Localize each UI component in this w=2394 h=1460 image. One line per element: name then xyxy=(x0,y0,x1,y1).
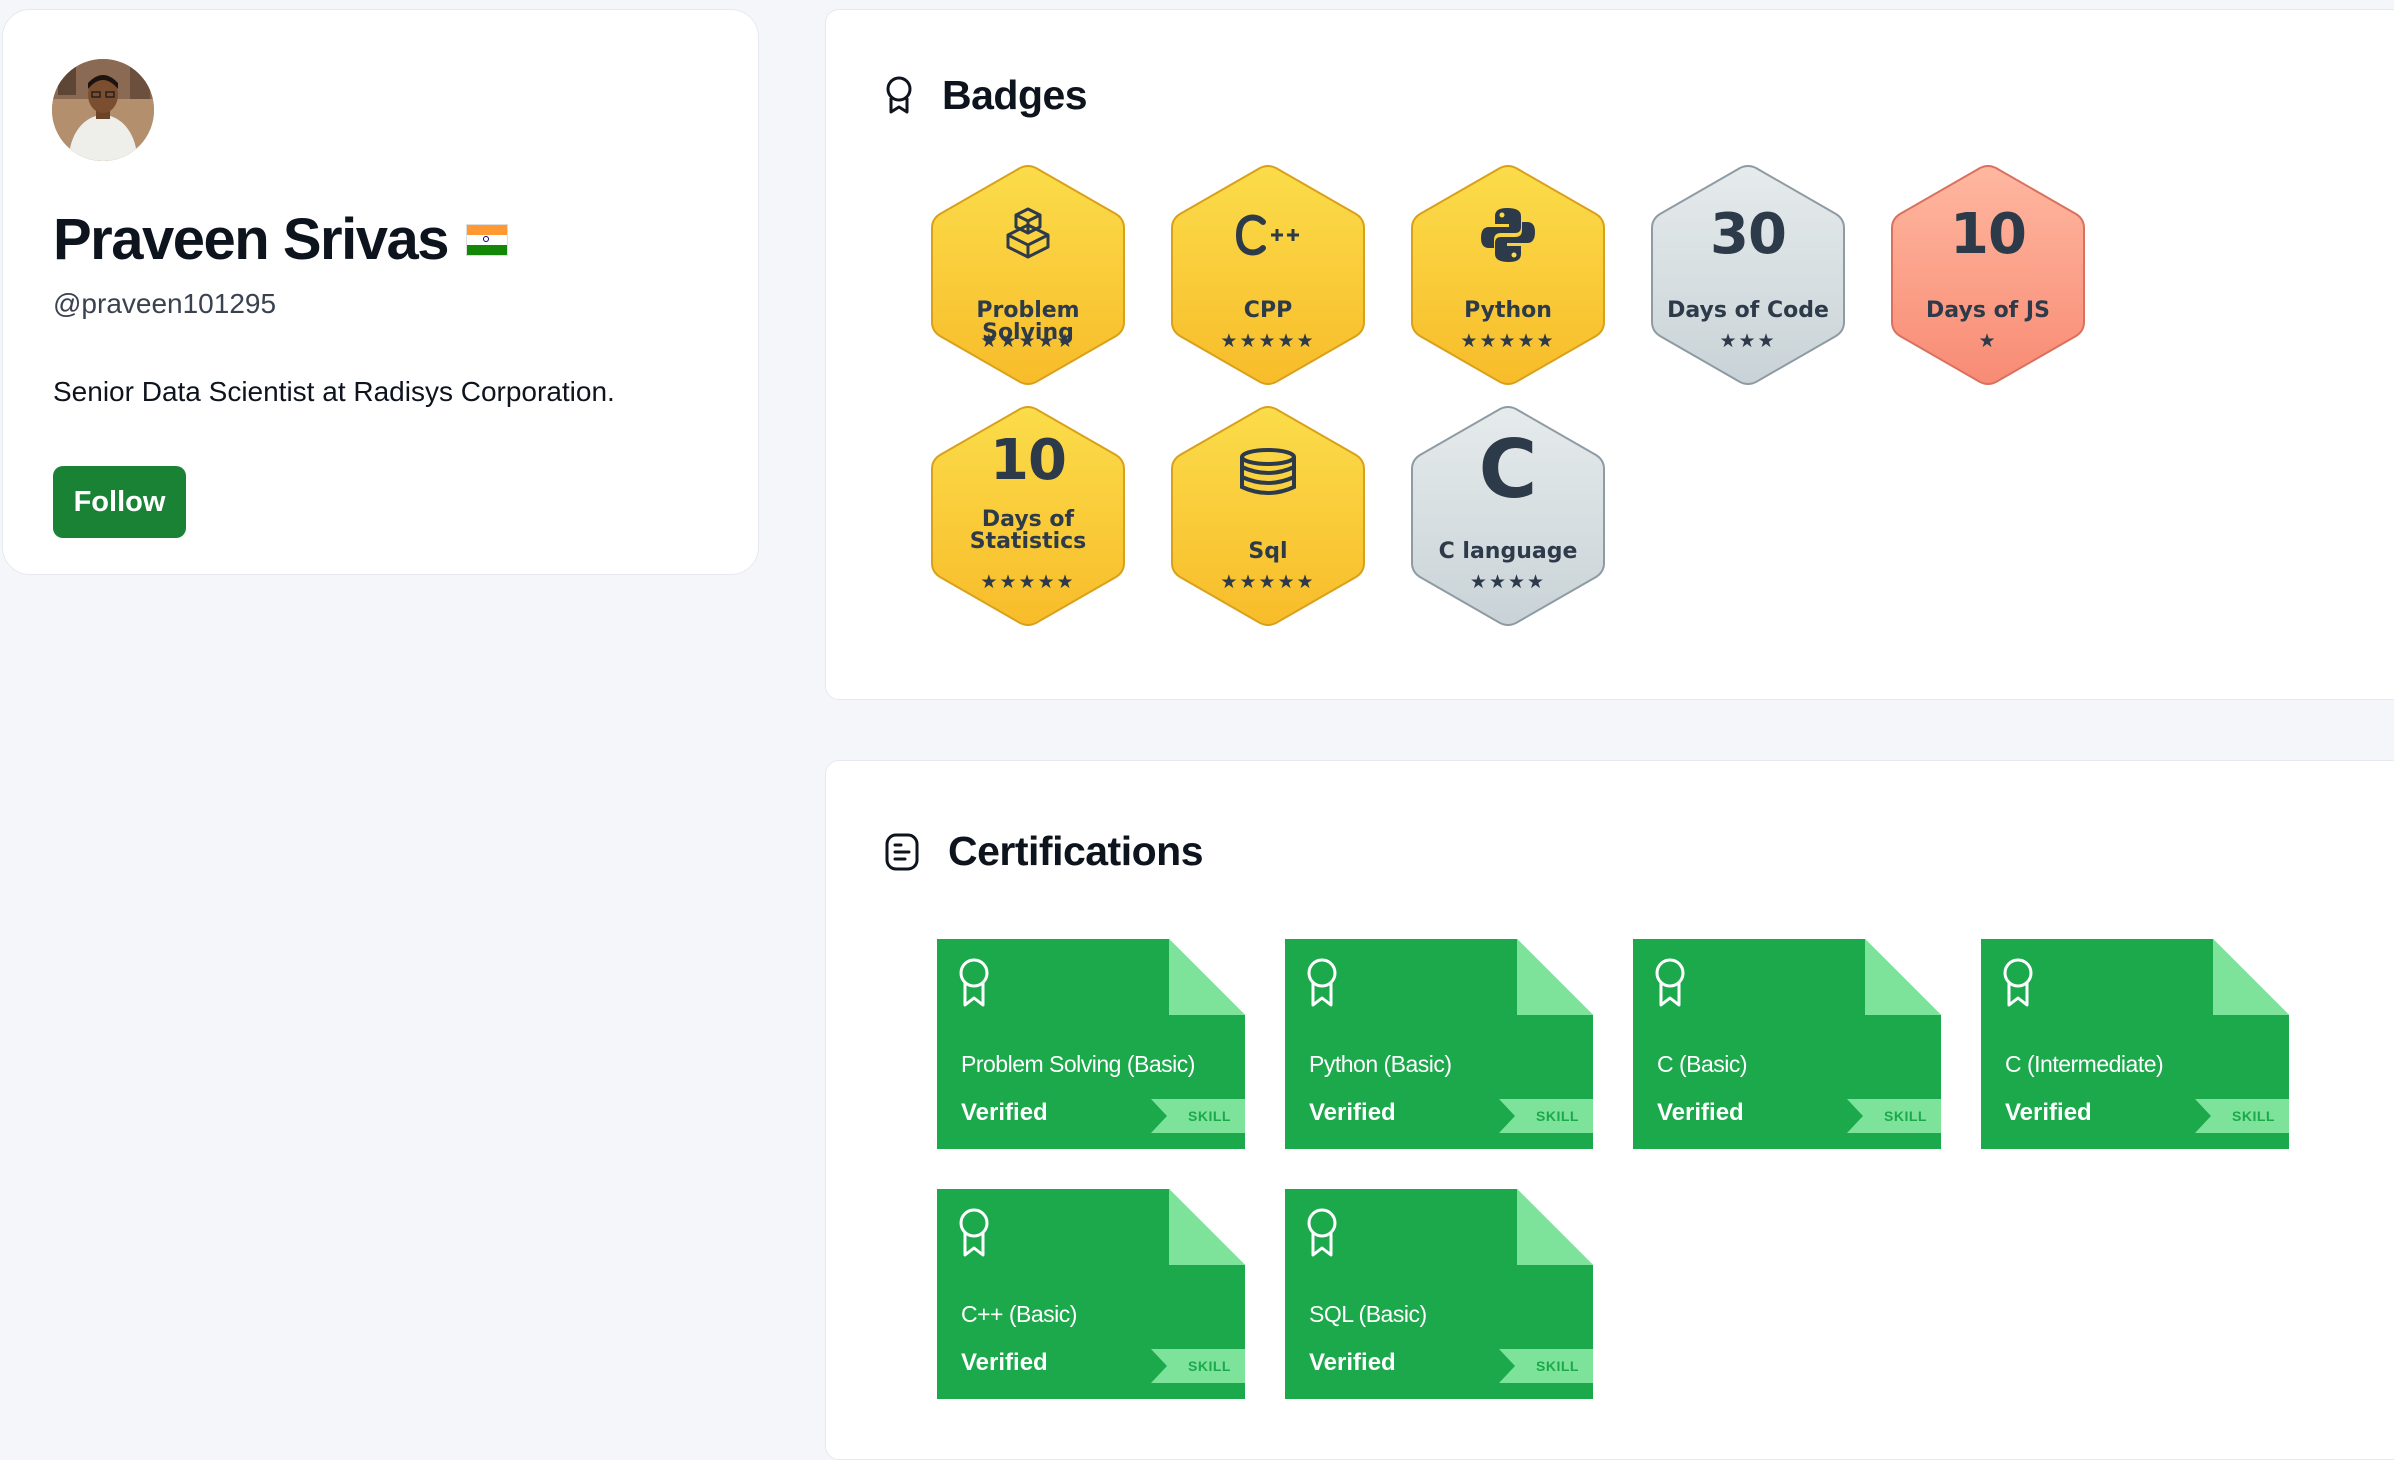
certificate-card[interactable]: Python (Basic) Verified SKILL xyxy=(1285,939,1593,1149)
award-ribbon-icon xyxy=(959,1208,989,1257)
badges-title: Badges xyxy=(942,72,1088,118)
badge-label: Days of JS xyxy=(1926,298,2050,323)
skill-tag: SKILL xyxy=(2195,1099,2289,1133)
badge-10-days-of-js[interactable]: 10 Days of JS ★ xyxy=(1888,164,2088,386)
badge-label: Days of xyxy=(981,507,1075,532)
certificate-status: Verified xyxy=(2005,1099,2092,1126)
badge-stars: ★ xyxy=(1978,331,1998,352)
certificate-title: C++ (Basic) xyxy=(961,1301,1077,1327)
badge-cpp[interactable]: CPP ★★★★★ xyxy=(1168,164,1368,386)
india-flag-icon xyxy=(465,223,508,256)
certificate-title: Python (Basic) xyxy=(1309,1051,1452,1077)
name-row: Praveen Srivas xyxy=(53,206,508,273)
badge-stars: ★★★★★ xyxy=(1220,331,1316,352)
profile-name: Praveen Srivas xyxy=(53,207,449,272)
certificate-title: SQL (Basic) xyxy=(1309,1301,1427,1327)
badges-card: Badges Problem Solving ★★★★★ CPP ★★★★★ P… xyxy=(825,9,2394,700)
cpp-icon xyxy=(1168,200,1368,270)
award-ribbon-icon xyxy=(959,958,989,1007)
skill-tag: SKILL xyxy=(1499,1349,1593,1383)
python-icon xyxy=(1408,200,1608,270)
certificate-status: Verified xyxy=(961,1099,1048,1126)
badges-header: Badges xyxy=(884,72,1088,119)
badge-stars: ★★★ xyxy=(1719,331,1777,352)
badge-stars: ★★★★★ xyxy=(980,331,1076,352)
profile-card: Praveen Srivas @praveen101295 Senior Dat… xyxy=(2,9,759,575)
badge-stars: ★★★★ xyxy=(1469,572,1547,593)
badge-c-language[interactable]: C C language ★★★★ xyxy=(1408,405,1608,627)
badge-python[interactable]: Python ★★★★★ xyxy=(1408,164,1608,386)
profile-username: @praveen101295 xyxy=(53,288,277,319)
certificate-card[interactable]: C++ (Basic) Verified SKILL xyxy=(937,1189,1245,1399)
certificate-title: C (Basic) xyxy=(1657,1051,1748,1077)
certificate-card[interactable]: C (Intermediate) Verified SKILL xyxy=(1981,939,2289,1149)
certifications-header: Certifications xyxy=(884,828,1204,875)
certifications-card: Certifications Problem Solving (Basic) V… xyxy=(825,760,2394,1460)
badge-10-days-of-statistics[interactable]: 10 Days of Statistics ★★★★★ xyxy=(928,405,1128,627)
certificate-card[interactable]: C (Basic) Verified SKILL xyxy=(1633,939,1941,1149)
badge-sql[interactable]: Sql ★★★★★ xyxy=(1168,405,1368,627)
skill-tag: SKILL xyxy=(1151,1099,1245,1133)
skill-tag: SKILL xyxy=(1151,1349,1245,1383)
skill-tag: SKILL xyxy=(1499,1099,1593,1133)
award-ribbon-icon xyxy=(1307,1208,1337,1257)
certificate-card[interactable]: Problem Solving (Basic) Verified SKILL xyxy=(937,939,1245,1149)
award-ribbon-icon xyxy=(2003,958,2033,1007)
badge-number: 10 xyxy=(1950,202,2027,267)
certificate-card[interactable]: SQL (Basic) Verified SKILL xyxy=(1285,1189,1593,1399)
avatar[interactable] xyxy=(52,59,154,161)
award-ribbon-icon xyxy=(1655,958,1685,1007)
certificate-title: Problem Solving (Basic) xyxy=(961,1051,1195,1077)
c-language-icon: C xyxy=(1478,423,1538,516)
certificate-status: Verified xyxy=(961,1349,1048,1376)
badge-number: 10 xyxy=(990,428,1067,493)
badge-problem-solving[interactable]: Problem Solving ★★★★★ xyxy=(928,164,1128,386)
ribbon-icon xyxy=(886,76,912,113)
certificate-status: Verified xyxy=(1309,1349,1396,1376)
profile-bio: Senior Data Scientist at Radisys Corpora… xyxy=(53,376,615,407)
skill-tag: SKILL xyxy=(1847,1099,1941,1133)
badge-label: CPP xyxy=(1243,298,1293,323)
badge-label: C language xyxy=(1438,539,1578,564)
badge-label: Sql xyxy=(1248,539,1288,564)
badge-number: 30 xyxy=(1710,202,1787,267)
document-icon xyxy=(885,833,919,870)
badge-label: Days of Code xyxy=(1667,298,1829,323)
badge-stars: ★★★★★ xyxy=(980,572,1076,593)
badge-label-line2: Statistics xyxy=(969,529,1087,554)
award-ribbon-icon xyxy=(1307,958,1337,1007)
badge-stars: ★★★★★ xyxy=(1220,572,1316,593)
certificate-status: Verified xyxy=(1309,1099,1396,1126)
badge-label: Python xyxy=(1464,298,1552,323)
cube-stack-icon xyxy=(928,200,1128,270)
badge-stars: ★★★★★ xyxy=(1460,331,1556,352)
follow-button[interactable]: Follow xyxy=(53,466,186,538)
certifications-title: Certifications xyxy=(948,828,1204,874)
badge-30-days-of-code[interactable]: 30 Days of Code ★★★ xyxy=(1648,164,1848,386)
certificate-title: C (Intermediate) xyxy=(2005,1051,2164,1077)
certificate-status: Verified xyxy=(1657,1099,1744,1126)
database-icon xyxy=(1168,441,1368,511)
